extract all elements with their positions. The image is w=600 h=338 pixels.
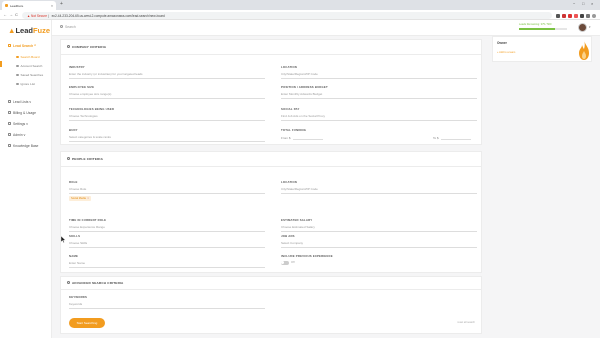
job-ads-field[interactable]: JOB ADS Select Company [281, 234, 477, 248]
chevron-down-icon[interactable]: ▾ [589, 25, 591, 29]
adwords-budget-field[interactable]: POSITION / ADDRESS BUDGET Enter Monthly … [281, 85, 477, 99]
extension-icon[interactable] [580, 13, 584, 18]
building-icon [67, 45, 70, 49]
estimated-salary-field[interactable]: ESTIMATED SALARY Choose Estimated Salary [281, 218, 477, 232]
not-secure-label: Not Secure [31, 13, 47, 18]
people-criteria-card: PEOPLE CRITERIA ROLE Choose Role Social … [60, 151, 482, 273]
leadfuze-favicon-icon [5, 4, 8, 7]
reset-search-link[interactable]: reset all search [457, 321, 475, 324]
app-header: Search Leads Remaining: 375 / 500 ▾ [52, 20, 600, 36]
sidebar-subitem-search-board[interactable]: Search Board [16, 55, 39, 59]
funding-from-input[interactable]: From $ [281, 136, 323, 140]
employee-size-field[interactable]: EMPLOYEE SIZE Choose employee size range… [69, 85, 265, 99]
previous-experience-toggle[interactable] [281, 261, 289, 265]
extension-icon[interactable] [574, 13, 578, 18]
person-icon [67, 157, 70, 161]
industry-field[interactable]: INDUSTRY Enter the industry (or industri… [69, 65, 265, 79]
sidebar-item-knowledge-base[interactable]: Knowledge Base [8, 144, 38, 148]
skills-field[interactable]: SKILLS Choose Skills [69, 234, 265, 248]
list-icon [8, 100, 11, 104]
search-icon [8, 44, 11, 48]
tab-close-icon[interactable]: × [51, 4, 53, 8]
credits-progress-fill [519, 28, 555, 30]
technologies-field[interactable]: TECHNOLOGIES BEING USED Choose Technolog… [69, 107, 265, 121]
company-criteria-card: COMPANY CRITERIA INDUSTRY Enter the indu… [60, 39, 482, 145]
saved-icon [16, 73, 19, 77]
name-field[interactable]: NAME Enter Name [69, 254, 265, 268]
funding-to-input[interactable]: To $ [433, 136, 471, 140]
board-icon [16, 55, 19, 59]
sidebar-item-lead-search[interactable]: Lead Search ^ [8, 44, 36, 48]
extension-icon[interactable] [556, 13, 560, 18]
ignore-icon [16, 82, 19, 86]
extension-icon[interactable] [586, 13, 590, 18]
people-location-field[interactable]: LOCATION City/State/Region/ZIP Code [281, 180, 477, 194]
total-funding-field: TOTAL FUNDING [281, 128, 307, 132]
company-location-field[interactable]: LOCATION City/State/Region/ZIP Code [281, 65, 477, 79]
leadfuze-logo[interactable]: ▲LeadFuze [8, 26, 50, 35]
owner-title: Owner [497, 41, 507, 45]
main-content: COMPANY CRITERIA INDUSTRY Enter the indu… [52, 36, 600, 338]
company-criteria-title: COMPANY CRITERIA [67, 45, 106, 49]
forward-button[interactable]: → [9, 12, 13, 17]
maximize-button[interactable]: □ [582, 1, 584, 6]
sidebar-item-lead-lists[interactable]: Lead Lists v [8, 100, 31, 104]
reload-button[interactable]: C [15, 12, 18, 17]
active-indicator [0, 61, 2, 67]
close-window-button[interactable]: × [591, 1, 593, 6]
flame-icon [579, 40, 589, 60]
sidebar-item-billing[interactable]: Billing & Usage [8, 111, 36, 115]
book-icon [8, 144, 11, 148]
browser-window: LeadFuze × + − □ × ← → C ▲ Not Secure | … [0, 0, 600, 338]
toggle-state-label: Off [291, 261, 295, 264]
search-icon [60, 25, 63, 29]
mouse-cursor-icon [61, 236, 66, 243]
advanced-criteria-card: ADVANCED SEARCH CRITERIA KEYWORDS Keywor… [60, 276, 482, 334]
gear-icon [8, 122, 11, 126]
browser-tab[interactable]: LeadFuze × [2, 1, 56, 10]
time-in-role-field[interactable]: TIME IN CURRENT ROLE Choose Experience R… [69, 218, 265, 232]
address-bar[interactable]: ▲ Not Secure | ec2-44-233-204-65.us-west… [22, 11, 552, 19]
browser-menu-icon[interactable] [592, 13, 596, 18]
billing-icon [8, 111, 11, 115]
advanced-criteria-title: ADVANCED SEARCH CRITERIA [67, 281, 124, 285]
role-tag: Social Media × [69, 196, 91, 201]
role-field[interactable]: ROLE Choose Role [69, 180, 265, 194]
credits-label: Leads Remaining: 375 / 500 [519, 23, 552, 26]
previous-experience-field: INCLUDE PREVIOUS EXPERIENCE [281, 254, 333, 258]
sidebar-item-settings[interactable]: Settings v [8, 122, 28, 126]
people-criteria-title: PEOPLE CRITERIA [67, 157, 103, 161]
not-secure-warning-icon: ▲ [27, 13, 31, 18]
sidebar-subitem-ignore-list[interactable]: Ignore List [16, 82, 35, 86]
tag-remove-icon[interactable]: × [87, 197, 89, 200]
sidebar-subitem-saved-searches[interactable]: Saved Searches [16, 73, 43, 77]
add-to-team-link[interactable]: + Add to a team [497, 51, 515, 54]
avatar[interactable] [578, 23, 587, 32]
sidebar-subitem-account-search[interactable]: Account Search [16, 64, 42, 68]
credits-progress-bar [519, 28, 567, 30]
keywords-field[interactable]: KEYWORDS Keywords [69, 295, 265, 309]
tab-strip: LeadFuze × + − □ × [0, 0, 600, 10]
sidebar-item-admin[interactable]: Admin v [8, 133, 25, 137]
social-pay-field[interactable]: SOCIAL PAY Find Job Ads on the Social Pr… [281, 107, 477, 121]
app-sidebar: ▲LeadFuze Lead Search ^ Search Board Acc… [0, 20, 52, 338]
global-search-input[interactable]: Search [60, 25, 76, 29]
extension-icon[interactable] [568, 13, 572, 18]
new-tab-button[interactable]: + [60, 1, 63, 7]
browser-toolbar: ← → C ▲ Not Secure | ec2-44-233-204-65.u… [0, 10, 600, 20]
owner-panel: Owner + Add to a team [492, 36, 592, 62]
url-text: ec2-44-233-204-65.us-west-2.compute.amaz… [51, 13, 165, 18]
back-button[interactable]: ← [3, 12, 7, 17]
start-searching-button[interactable]: Start Searching [69, 318, 105, 328]
admin-icon [8, 133, 11, 137]
budy-field[interactable]: BUDY Select categories & scale ranks [69, 128, 265, 142]
filter-icon [67, 281, 70, 285]
tab-title: LeadFuze [10, 4, 24, 8]
minimize-button[interactable]: − [573, 1, 575, 6]
account-icon [16, 64, 19, 68]
extension-icon[interactable] [562, 13, 566, 18]
